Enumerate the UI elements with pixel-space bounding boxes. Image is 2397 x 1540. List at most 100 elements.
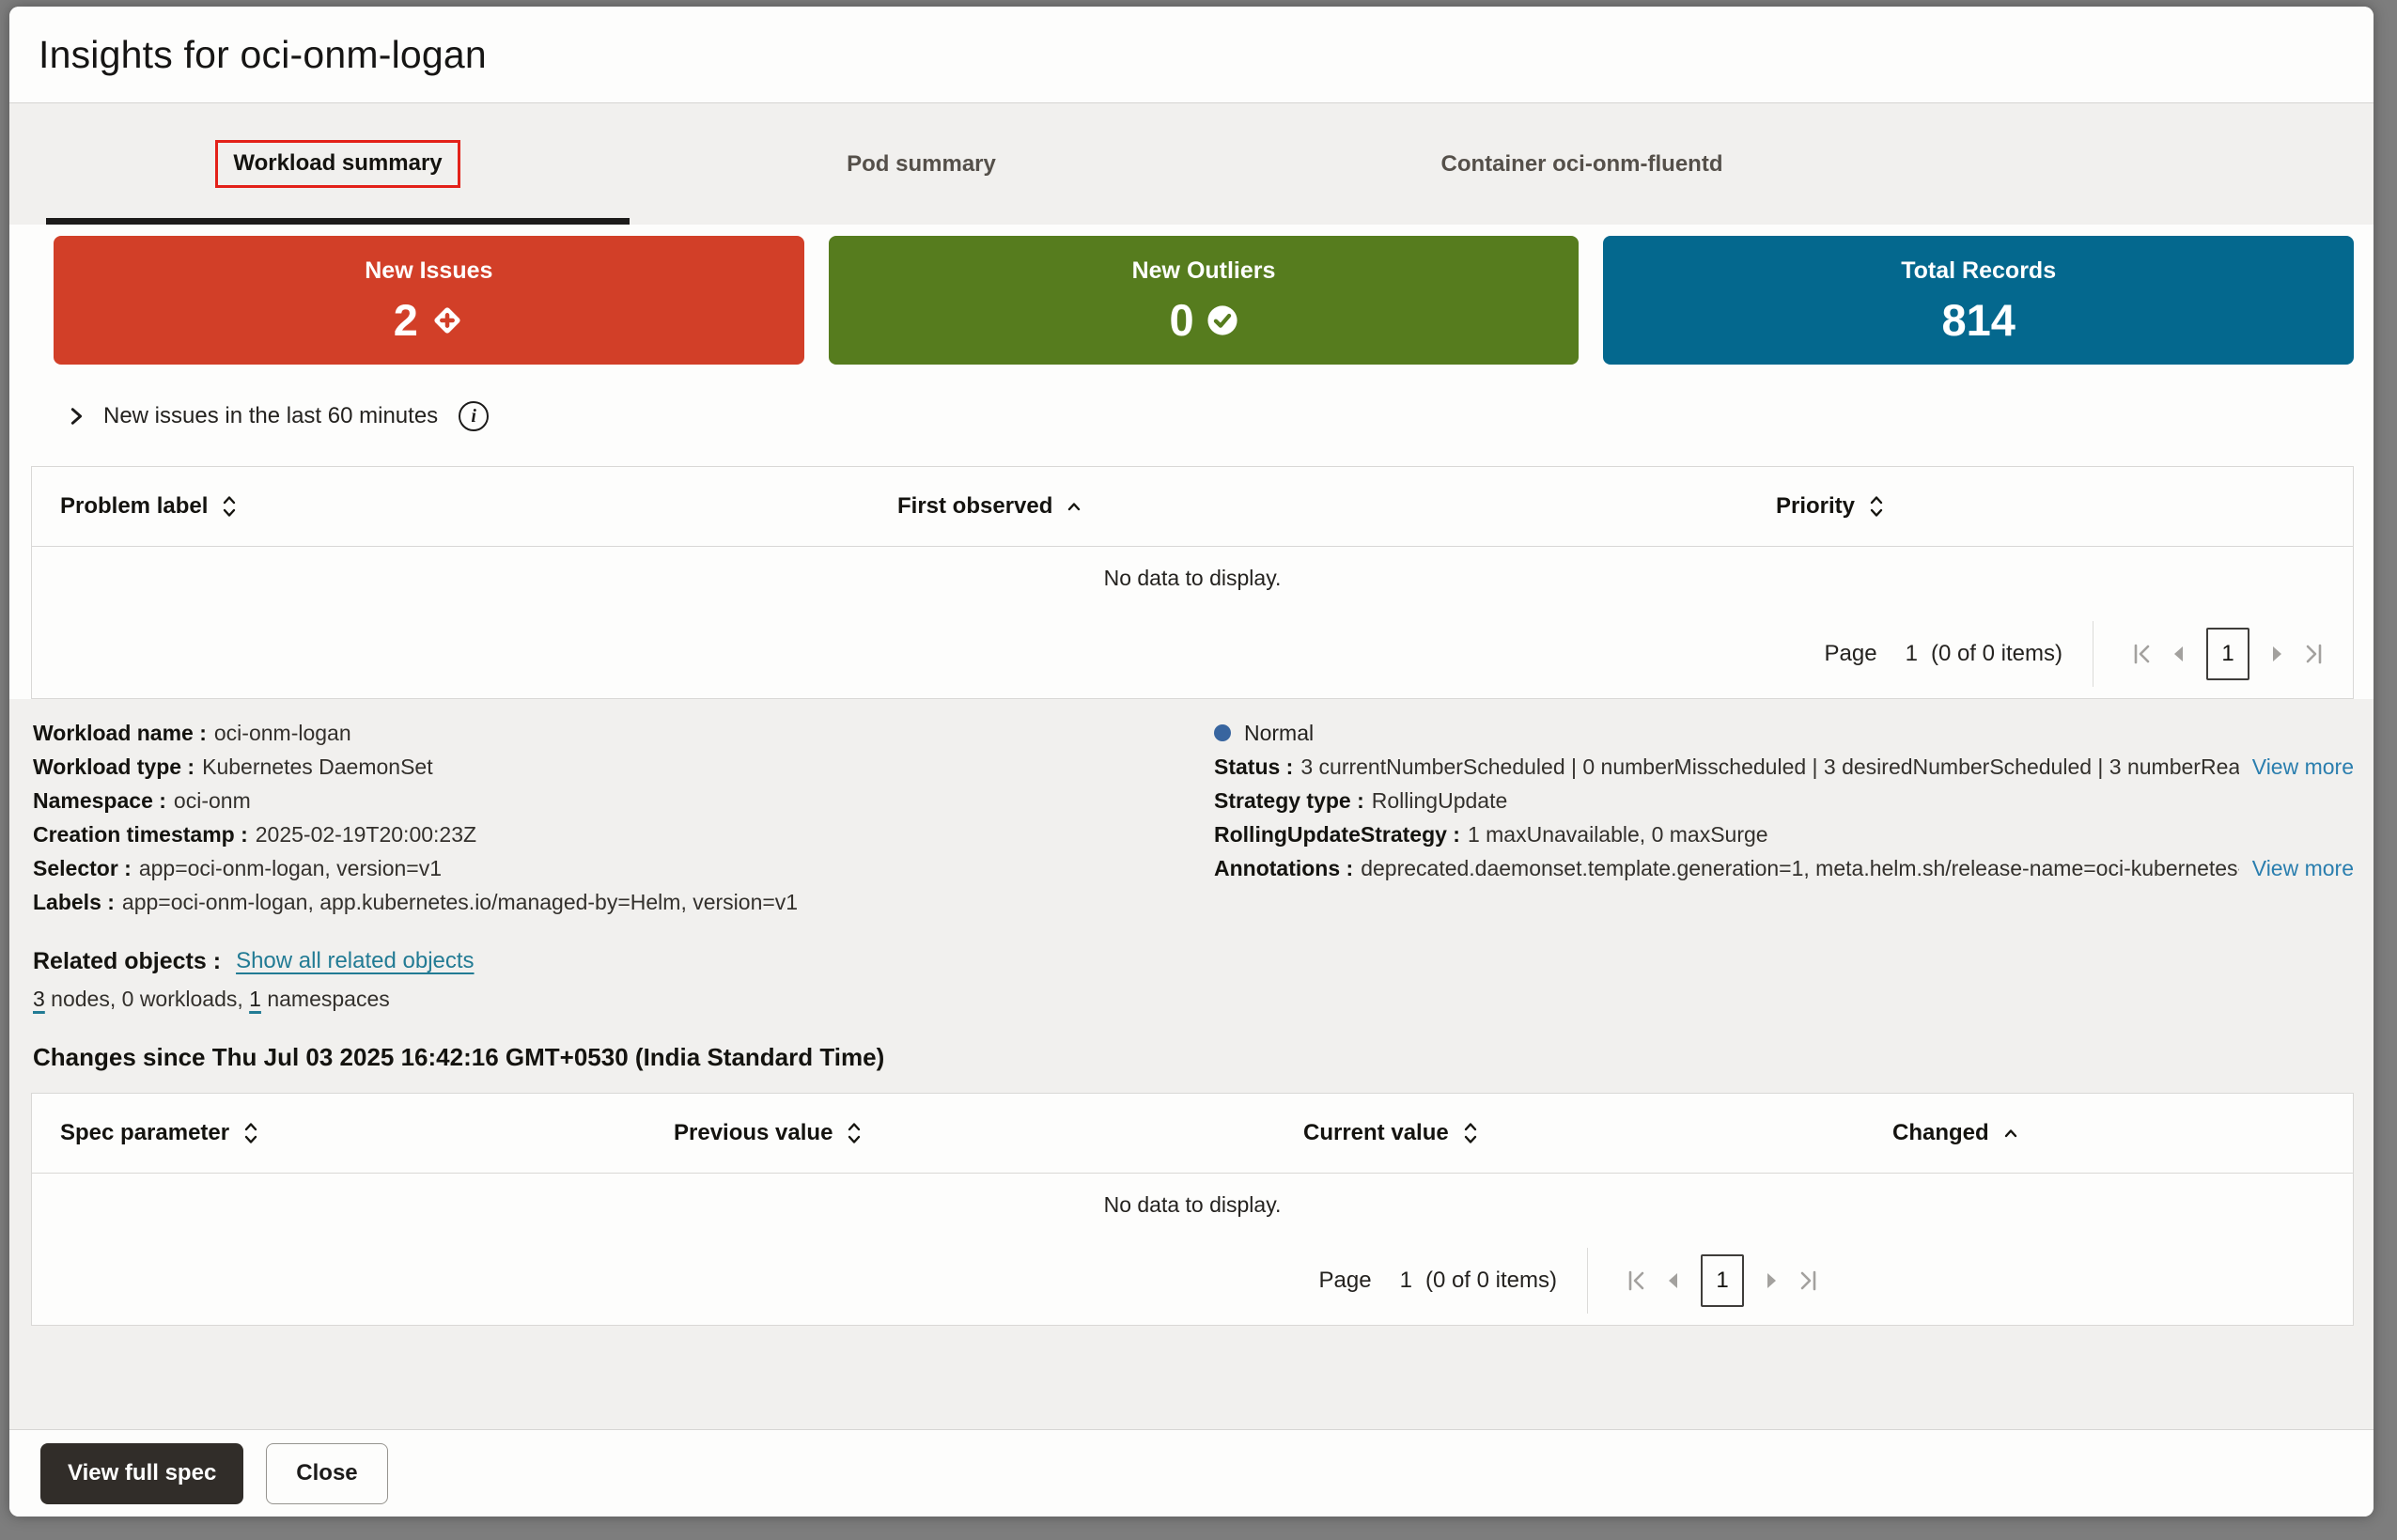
details-section: Workload name : oci-onm-logan Workload t…: [9, 699, 2374, 1429]
issues-toggle-label: New issues in the last 60 minutes: [103, 403, 438, 429]
detail-row-selector: Selector : app=oci-onm-logan, version=v1: [33, 851, 1214, 885]
column-header-spec-parameter[interactable]: Spec parameter: [32, 1120, 674, 1146]
show-all-related-link[interactable]: Show all related objects: [236, 948, 474, 974]
card-title: Total Records: [1901, 257, 2056, 285]
detail-value: 1 maxUnavailable, 0 maxSurge: [1468, 822, 1768, 848]
info-icon[interactable]: i: [459, 401, 489, 431]
column-header-priority[interactable]: Priority: [1776, 493, 2353, 520]
issues-toggle[interactable]: New issues in the last 60 minutes i: [66, 397, 2374, 436]
changes-table: Spec parameter Previous value Current va…: [31, 1093, 2354, 1326]
detail-value: Kubernetes DaemonSet: [202, 754, 433, 780]
column-header-current-value[interactable]: Current value: [1303, 1120, 1892, 1146]
page-title: Insights for oci-onm-logan: [39, 33, 487, 77]
column-header-previous-value[interactable]: Previous value: [674, 1120, 1303, 1146]
detail-value: app=oci-onm-logan, version=v1: [139, 856, 442, 881]
status-dot: [1214, 724, 1231, 741]
prev-page-button[interactable]: [2161, 635, 2199, 673]
sort-asc-icon[interactable]: [2003, 1128, 2018, 1139]
detail-row-annotations: Annotations : deprecated.daemonset.templ…: [1214, 851, 2354, 885]
pagination-divider: [1587, 1248, 1588, 1314]
view-more-link[interactable]: View more: [2239, 754, 2354, 780]
chevron-right-icon: [66, 406, 86, 427]
card-title: New Outliers: [1132, 257, 1276, 285]
column-header-first-observed[interactable]: First observed: [897, 493, 1776, 520]
detail-row-namespace: Namespace : oci-onm: [33, 784, 1214, 817]
detail-value: 3 currentNumberScheduled | 0 numberMissc…: [1300, 754, 2238, 780]
detail-row-workload-type: Workload type : Kubernetes DaemonSet: [33, 750, 1214, 784]
detail-value: RollingUpdate: [1372, 788, 1507, 814]
sort-both-icon[interactable]: [1869, 494, 1884, 519]
detail-label: Labels :: [33, 890, 115, 915]
detail-row-creation-timestamp: Creation timestamp : 2025-02-19T20:00:23…: [33, 817, 1214, 851]
first-page-button[interactable]: [2124, 635, 2161, 673]
nodes-count-link[interactable]: 3: [33, 987, 45, 1012]
column-header-changed[interactable]: Changed: [1892, 1120, 2353, 1146]
modal-backdrop: Insights for oci-onm-logan Workload summ…: [0, 0, 2397, 1540]
sort-both-icon[interactable]: [1463, 1121, 1478, 1145]
counts-text: nodes, 0 workloads,: [45, 987, 249, 1012]
last-page-button[interactable]: [2295, 635, 2332, 673]
status-text: Normal: [1244, 721, 1314, 746]
page-number: 1: [1906, 641, 1918, 667]
status-indicator: Normal: [1214, 716, 2354, 750]
tab-workload-summary[interactable]: Workload summary: [46, 103, 630, 225]
next-page-button[interactable]: [1751, 1262, 1789, 1299]
detail-value: app=oci-onm-logan, app.kubernetes.io/man…: [122, 890, 798, 915]
last-page-button[interactable]: [1789, 1262, 1827, 1299]
page-label: Page: [1825, 641, 1877, 667]
view-more-link[interactable]: View more: [2239, 856, 2354, 881]
cards-row: New Issues 2 New Outliers: [54, 236, 2354, 365]
issues-table: Problem label First observed Priority: [31, 466, 2354, 699]
card-value: 814: [1941, 298, 2015, 342]
tab-container-oci-onm-fluentd[interactable]: Container oci-onm-fluentd: [1213, 103, 1951, 225]
detail-label: Workload type :: [33, 754, 195, 780]
current-page-box[interactable]: 1: [2206, 628, 2249, 680]
check-circle-icon: [1206, 304, 1238, 336]
detail-label: Creation timestamp :: [33, 822, 248, 848]
error-diamond-icon: [430, 303, 464, 337]
first-page-button[interactable]: [1618, 1262, 1656, 1299]
next-page-button[interactable]: [2257, 635, 2295, 673]
active-tab-underline: [46, 218, 630, 225]
card-new-issues: New Issues 2: [54, 236, 804, 365]
pagination: Page 1 (0 of 0 items) 1: [32, 1237, 2353, 1325]
detail-label: Status :: [1214, 754, 1293, 780]
summary-section: New Issues 2 New Outliers: [9, 225, 2374, 699]
detail-row-strategy-type: Strategy type : RollingUpdate: [1214, 784, 2354, 817]
tab-pod-summary[interactable]: Pod summary: [630, 103, 1213, 225]
view-full-spec-button[interactable]: View full spec: [40, 1443, 243, 1504]
sort-both-icon[interactable]: [243, 1121, 258, 1145]
card-title: New Issues: [365, 257, 492, 285]
page-label: Page: [1319, 1268, 1372, 1294]
sort-asc-icon[interactable]: [1066, 501, 1082, 512]
detail-label: RollingUpdateStrategy :: [1214, 822, 1460, 848]
related-objects-label: Related objects :: [33, 948, 221, 975]
annotation-highlight: Workload summary: [215, 140, 459, 188]
detail-row-status: Status : 3 currentNumberScheduled | 0 nu…: [1214, 750, 2354, 784]
prev-page-button[interactable]: [1656, 1262, 1693, 1299]
detail-value: deprecated.daemonset.template.generation…: [1361, 856, 2239, 881]
items-count: (0 of 0 items): [1931, 641, 2062, 667]
pagination: Page 1 (0 of 0 items) 1: [32, 610, 2353, 698]
detail-value: 2025-02-19T20:00:23Z: [256, 822, 476, 848]
card-value: 0: [1169, 298, 1193, 342]
tab-label: Pod summary: [847, 151, 996, 178]
detail-row-labels: Labels : app=oci-onm-logan, app.kubernet…: [33, 885, 1214, 919]
namespaces-count-link[interactable]: 1: [249, 987, 261, 1012]
close-button[interactable]: Close: [266, 1443, 387, 1504]
related-counts: 3 nodes, 0 workloads, 1 namespaces: [33, 983, 2374, 1015]
detail-label: Strategy type :: [1214, 788, 1364, 814]
dialog-header: Insights for oci-onm-logan: [9, 7, 2374, 103]
sort-both-icon[interactable]: [222, 494, 237, 519]
tab-label: Container oci-onm-fluentd: [1441, 151, 1723, 178]
sort-both-icon[interactable]: [847, 1121, 862, 1145]
changes-heading: Changes since Thu Jul 03 2025 16:42:16 G…: [33, 1043, 2374, 1072]
detail-value: oci-onm-logan: [214, 721, 351, 746]
column-header-problem-label[interactable]: Problem label: [32, 493, 897, 520]
items-count: (0 of 0 items): [1425, 1268, 1557, 1294]
counts-text: namespaces: [261, 987, 390, 1012]
detail-row-rollingupdatestrategy: RollingUpdateStrategy : 1 maxUnavailable…: [1214, 817, 2354, 851]
empty-message: No data to display.: [1104, 566, 1282, 591]
detail-label: Workload name :: [33, 721, 207, 746]
current-page-box[interactable]: 1: [1701, 1254, 1744, 1307]
